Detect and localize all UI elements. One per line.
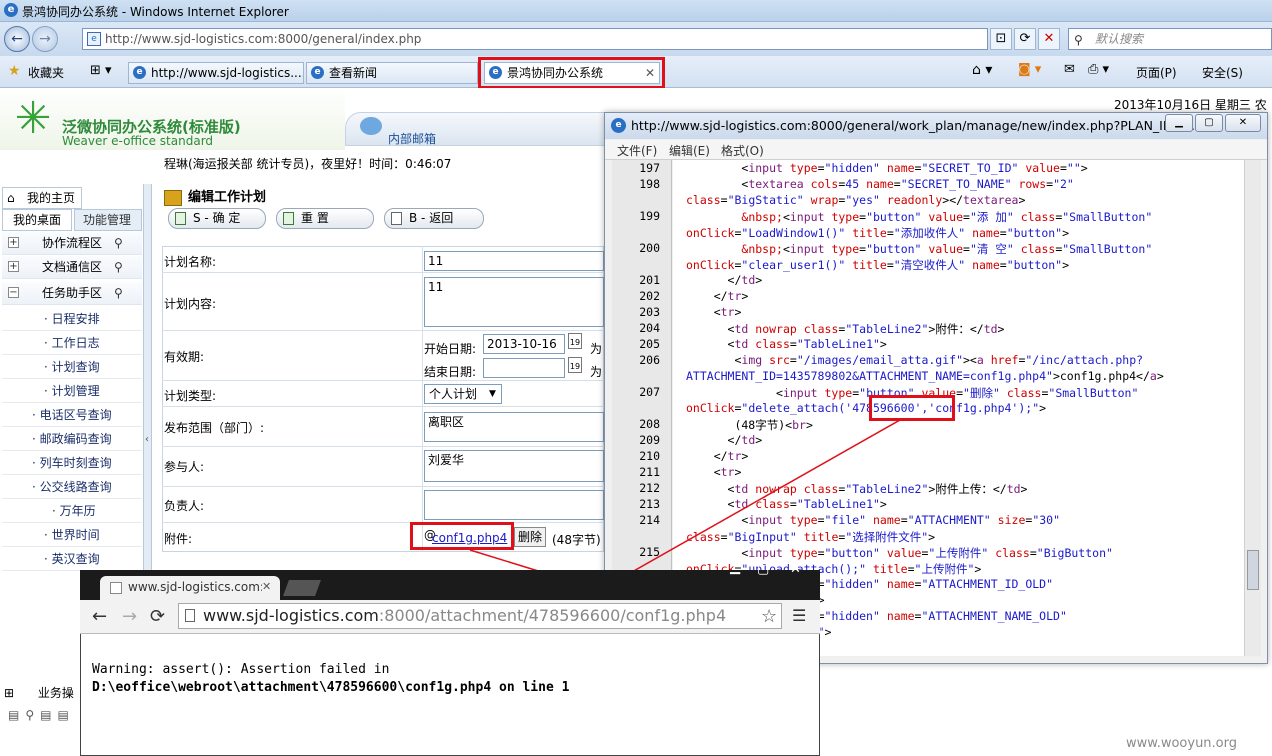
page-icon (185, 609, 195, 622)
sidebar-bottom: ⊞ 业务操 ▤⚲▤▤ (0, 680, 80, 756)
menu-icon[interactable]: ☰ (792, 606, 806, 625)
new-tab-button[interactable] (283, 580, 321, 596)
bookmark-star-icon[interactable]: ☆ (761, 605, 777, 629)
chrome-omnibox[interactable]: www.sjd-logistics.com:8000/attachment/47… (178, 603, 782, 629)
sidebar-tool-icons[interactable]: ▤⚲▤▤ (8, 708, 75, 722)
chrome-tab[interactable]: www.sjd-logistics.com:8 ✕ (100, 576, 280, 600)
close-icon[interactable]: ✕ (790, 562, 801, 577)
expand-icon: ⊞ (4, 686, 15, 700)
forward-arrow-icon[interactable]: → (122, 606, 137, 627)
close-tab-icon[interactable]: ✕ (262, 580, 396, 593)
maximize-icon[interactable]: ▢ (757, 562, 769, 577)
sidebar-item-business[interactable]: ⊞ 业务操 (4, 684, 74, 701)
reload-icon[interactable]: ⟳ (150, 606, 165, 627)
back-arrow-icon[interactable]: ← (92, 606, 107, 627)
php-warning-line2: D:\eoffice\webroot\attachment\478596600\… (92, 680, 570, 695)
watermark: www.wooyun.org (1126, 736, 1238, 751)
page-icon (110, 582, 122, 594)
minimize-icon[interactable]: ▁ (730, 560, 740, 575)
php-warning-line1: Warning: assert(): Assertion failed in (92, 662, 390, 677)
